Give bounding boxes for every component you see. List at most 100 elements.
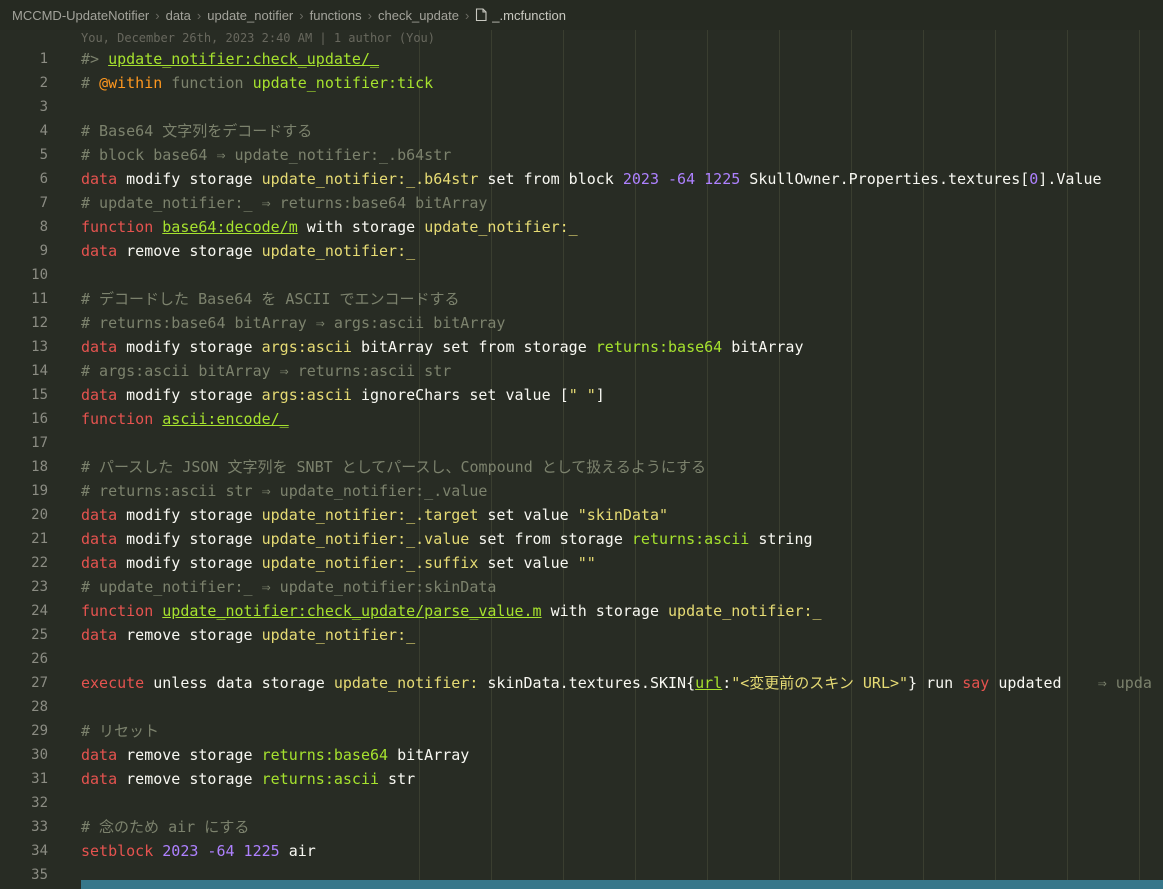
code-line[interactable]: 1 #> update_notifier:check_update/_ — [0, 47, 1163, 71]
line-number[interactable]: 16 — [0, 407, 48, 431]
line-number[interactable]: 11 — [0, 287, 48, 311]
line-number[interactable]: 14 — [0, 359, 48, 383]
line-number[interactable]: 12 — [0, 311, 48, 335]
code-line[interactable]: 4 # Base64 文字列をデコードする — [0, 119, 1163, 143]
breadcrumb-file[interactable]: _.mcfunction — [492, 8, 566, 23]
code-line[interactable]: 30 data remove storage returns:base64 bit… — [0, 743, 1163, 767]
code-token-cmt: # returns:base64 bitArray ⇒ args:ascii b… — [81, 314, 506, 332]
breadcrumb-item[interactable]: check_update — [378, 8, 459, 23]
code-line[interactable]: 10 — [0, 263, 1163, 287]
breadcrumb-item[interactable]: functions — [310, 8, 362, 23]
code-line[interactable]: 27 execute unless data storage update_not… — [0, 671, 1163, 695]
code-line[interactable]: 8 function base64:decode/m with storage u… — [0, 215, 1163, 239]
chevron-right-icon: › — [464, 7, 470, 23]
line-number[interactable]: 13 — [0, 335, 48, 359]
line-number[interactable]: 19 — [0, 479, 48, 503]
code-line[interactable]: 23 # update_notifier:_ ⇒ update_notifier:… — [0, 575, 1163, 599]
code-line[interactable]: 32 — [0, 791, 1163, 815]
breadcrumb: MCCMD-UpdateNotifier › data › update_notifie… — [0, 0, 1163, 30]
code-token-url[interactable]: url — [695, 674, 722, 692]
line-content: # returns:ascii str ⇒ update_notifier:_.… — [48, 479, 487, 503]
code-line[interactable]: 13 data modify storage args:ascii bitArra… — [0, 335, 1163, 359]
line-number[interactable]: 8 — [0, 215, 48, 239]
line-number[interactable]: 21 — [0, 527, 48, 551]
code-line[interactable]: 12 # returns:base64 bitArray ⇒ args:ascii… — [0, 311, 1163, 335]
code-token-link[interactable]: update_notifier:check_update/_ — [108, 50, 379, 68]
code-token-nsy: update_notifier:_ — [668, 602, 822, 620]
line-number[interactable]: 1 — [0, 47, 48, 71]
git-blame-annotation[interactable]: You, December 26th, 2023 2:40 AM | 1 aut… — [0, 30, 1163, 47]
editor[interactable]: You, December 26th, 2023 2:40 AM | 1 aut… — [0, 30, 1163, 889]
breadcrumb-item[interactable]: MCCMD-UpdateNotifier — [12, 8, 149, 23]
line-number[interactable]: 15 — [0, 383, 48, 407]
line-content: function update_notifier:check_update/pa… — [48, 599, 822, 623]
line-content — [48, 647, 81, 671]
line-number[interactable]: 32 — [0, 791, 48, 815]
code-line[interactable]: 20 data modify storage update_notifier:_.… — [0, 503, 1163, 527]
breadcrumb-item[interactable]: update_notifier — [207, 8, 293, 23]
code-line[interactable]: 5 # block base64 ⇒ update_notifier:_.b64s… — [0, 143, 1163, 167]
line-number[interactable]: 35 — [0, 863, 48, 887]
line-number[interactable]: 23 — [0, 575, 48, 599]
code-token-txt: modify storage — [117, 338, 262, 356]
code-line[interactable]: 31 data remove storage returns:ascii str — [0, 767, 1163, 791]
line-number[interactable]: 3 — [0, 95, 48, 119]
line-number[interactable]: 25 — [0, 623, 48, 647]
code-token-cmd: function — [81, 602, 154, 620]
code-line[interactable]: 25 data remove storage update_notifier:_ — [0, 623, 1163, 647]
code-token-cmt: # リセット — [81, 722, 160, 740]
line-number[interactable]: 29 — [0, 719, 48, 743]
code-line[interactable]: 18 # パースした JSON 文字列を SNBT としてパースし、Compoun… — [0, 455, 1163, 479]
code-line[interactable]: 9 data remove storage update_notifier:_ — [0, 239, 1163, 263]
code-token-link[interactable]: base64:decode/m — [162, 218, 297, 236]
line-content: # update_notifier:_ ⇒ update_notifier:sk… — [48, 575, 496, 599]
code-line[interactable]: 17 — [0, 431, 1163, 455]
code-token-nsy: args:ascii — [261, 386, 352, 404]
line-number[interactable]: 22 — [0, 551, 48, 575]
horizontal-scrollbar[interactable] — [81, 880, 1163, 889]
line-number[interactable]: 31 — [0, 767, 48, 791]
code-token-txt: : — [722, 674, 732, 692]
code-line[interactable]: 6 data modify storage update_notifier:_.b… — [0, 167, 1163, 191]
code-line[interactable]: 7 # update_notifier:_ ⇒ returns:base64 bi… — [0, 191, 1163, 215]
code-token-link[interactable]: ascii:encode/_ — [162, 410, 288, 428]
code-token-txt: set value — [478, 554, 578, 572]
code-line[interactable]: 26 — [0, 647, 1163, 671]
code-line[interactable]: 19 # returns:ascii str ⇒ update_notifier:… — [0, 479, 1163, 503]
line-number[interactable]: 6 — [0, 167, 48, 191]
code-token-num: 0 — [1029, 170, 1039, 188]
code-line[interactable]: 21 data modify storage update_notifier:_.… — [0, 527, 1163, 551]
code-area[interactable]: 1 #> update_notifier:check_update/_ 2 # @wi… — [0, 47, 1163, 887]
code-line[interactable]: 3 — [0, 95, 1163, 119]
line-number[interactable]: 34 — [0, 839, 48, 863]
line-number[interactable]: 33 — [0, 815, 48, 839]
code-line[interactable]: 15 data modify storage args:ascii ignoreC… — [0, 383, 1163, 407]
code-line[interactable]: 28 — [0, 695, 1163, 719]
code-line[interactable]: 22 data modify storage update_notifier:_.… — [0, 551, 1163, 575]
line-number[interactable]: 17 — [0, 431, 48, 455]
line-number[interactable]: 26 — [0, 647, 48, 671]
line-number[interactable]: 20 — [0, 503, 48, 527]
code-line[interactable]: 14 # args:ascii bitArray ⇒ returns:ascii … — [0, 359, 1163, 383]
code-line[interactable]: 29 # リセット — [0, 719, 1163, 743]
line-number[interactable]: 10 — [0, 263, 48, 287]
code-line[interactable]: 24 function update_notifier:check_update/… — [0, 599, 1163, 623]
breadcrumb-item[interactable]: data — [166, 8, 191, 23]
code-line[interactable]: 16 function ascii:encode/_ — [0, 407, 1163, 431]
code-token-txt: updated — [989, 674, 1098, 692]
line-number[interactable]: 2 — [0, 71, 48, 95]
line-number[interactable]: 18 — [0, 455, 48, 479]
line-number[interactable]: 24 — [0, 599, 48, 623]
line-number[interactable]: 27 — [0, 671, 48, 695]
line-number[interactable]: 28 — [0, 695, 48, 719]
line-number[interactable]: 5 — [0, 143, 48, 167]
code-line[interactable]: 34 setblock 2023 -64 1225 air — [0, 839, 1163, 863]
line-number[interactable]: 30 — [0, 743, 48, 767]
code-line[interactable]: 2 # @within function update_notifier:tick — [0, 71, 1163, 95]
line-number[interactable]: 9 — [0, 239, 48, 263]
code-line[interactable]: 33 # 念のため air にする — [0, 815, 1163, 839]
line-number[interactable]: 7 — [0, 191, 48, 215]
code-token-link[interactable]: update_notifier:check_update/parse_value… — [162, 602, 541, 620]
line-number[interactable]: 4 — [0, 119, 48, 143]
code-line[interactable]: 11 # デコードした Base64 を ASCII でエンコードする — [0, 287, 1163, 311]
